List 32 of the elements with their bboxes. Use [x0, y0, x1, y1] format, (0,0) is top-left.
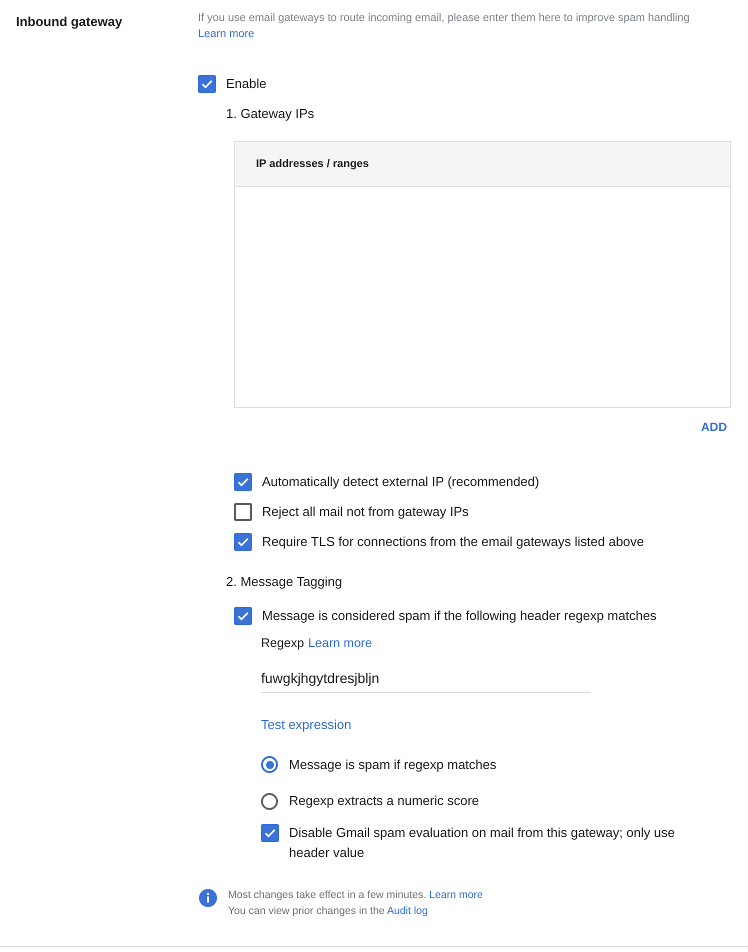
checkbox[interactable] [234, 533, 252, 551]
regexp-field[interactable]: fuwgkjhgytdresjbljn [261, 664, 590, 693]
checkbox-label: Disable Gmail spam evaluation on mail from this gateway; only use header value [289, 824, 676, 862]
test-expression-link[interactable]: Test expression [261, 716, 352, 732]
learn-more-link[interactable]: Learn more [198, 28, 254, 40]
info-icon [199, 889, 217, 907]
radio-button[interactable] [261, 756, 278, 773]
checkbox-label: Reject all mail not from gateway IPs [262, 503, 469, 521]
checkbox-label: Message is considered spam if the following header regexp matches [262, 607, 657, 625]
description-text: If you use email gateways to route incoming email, please enter them here to improve spam handling Learn more [198, 11, 691, 42]
checkbox-label: Enable [226, 75, 266, 93]
section-label: Inbound gateway [16, 14, 122, 29]
column-header: IP addresses / ranges [256, 156, 369, 172]
section-heading: 2. Message Tagging [226, 574, 342, 589]
note-text: You can view prior changes in the Audit log [228, 904, 429, 919]
radio-button[interactable] [261, 792, 278, 810]
learn-more-link[interactable]: Learn more [429, 889, 483, 901]
learn-more-link[interactable]: Learn more [308, 634, 372, 653]
note-text: Most changes take effect in a few minutes. Learn more [228, 888, 483, 903]
radio-label: Message is spam if regexp matches [289, 756, 496, 774]
add-button[interactable]: ADD [697, 416, 731, 438]
audit-log-link[interactable]: Audit log [386, 905, 428, 917]
checkbox[interactable] [234, 607, 252, 625]
checkbox[interactable] [198, 75, 216, 93]
radio-label: Regexp extracts a numeric score [289, 792, 480, 810]
checkbox[interactable] [261, 824, 279, 842]
checkbox-label: Automatically detect external IP (recommended) [262, 473, 540, 491]
checkbox[interactable] [234, 473, 252, 491]
section-heading: 1. Gateway IPs [226, 106, 314, 121]
regexp-label: Regexp [261, 635, 304, 652]
checkbox[interactable] [234, 503, 252, 521]
checkbox-label: Require TLS for connections from the email gateways listed above [262, 533, 644, 551]
